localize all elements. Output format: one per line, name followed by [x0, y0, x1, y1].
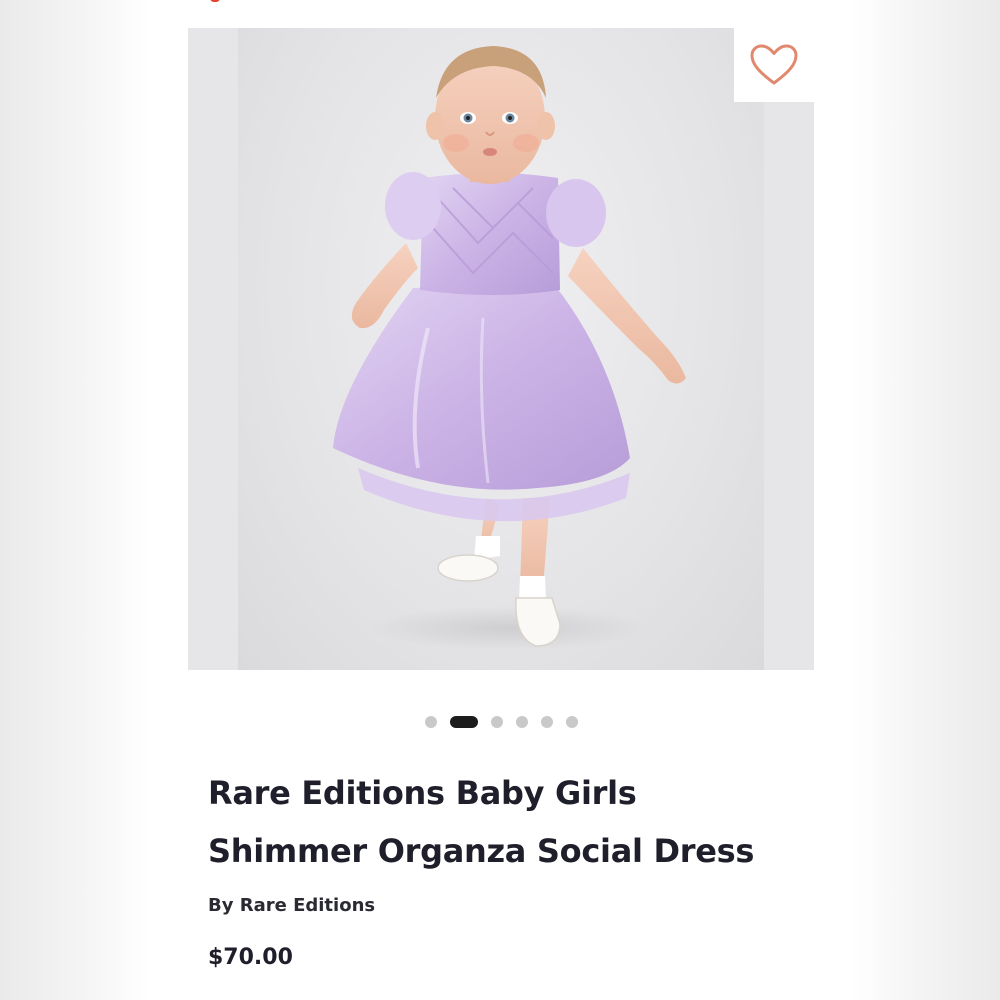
heart-outline-icon — [750, 44, 798, 85]
carousel-dot-active[interactable] — [449, 716, 478, 728]
product-price: $70.00 — [208, 945, 293, 970]
product-card: Rare Editions Baby Girls Shimmer Organza… — [188, 0, 814, 1000]
carousel-pagination — [188, 716, 814, 728]
product-title: Rare Editions Baby Girls Shimmer Organza… — [208, 774, 755, 870]
favorite-button[interactable] — [734, 28, 814, 102]
carousel-dot[interactable] — [540, 716, 553, 728]
product-photo-illustration — [333, 46, 686, 650]
product-image-carousel[interactable] — [188, 28, 814, 670]
carousel-dot[interactable] — [565, 716, 578, 728]
brand-link[interactable]: By Rare Editions — [208, 895, 375, 916]
top-accent-bar — [210, 0, 220, 2]
carousel-dot[interactable] — [424, 716, 437, 728]
carousel-dot[interactable] — [515, 716, 528, 728]
carousel-dot[interactable] — [490, 716, 503, 728]
product-photo — [238, 28, 764, 670]
